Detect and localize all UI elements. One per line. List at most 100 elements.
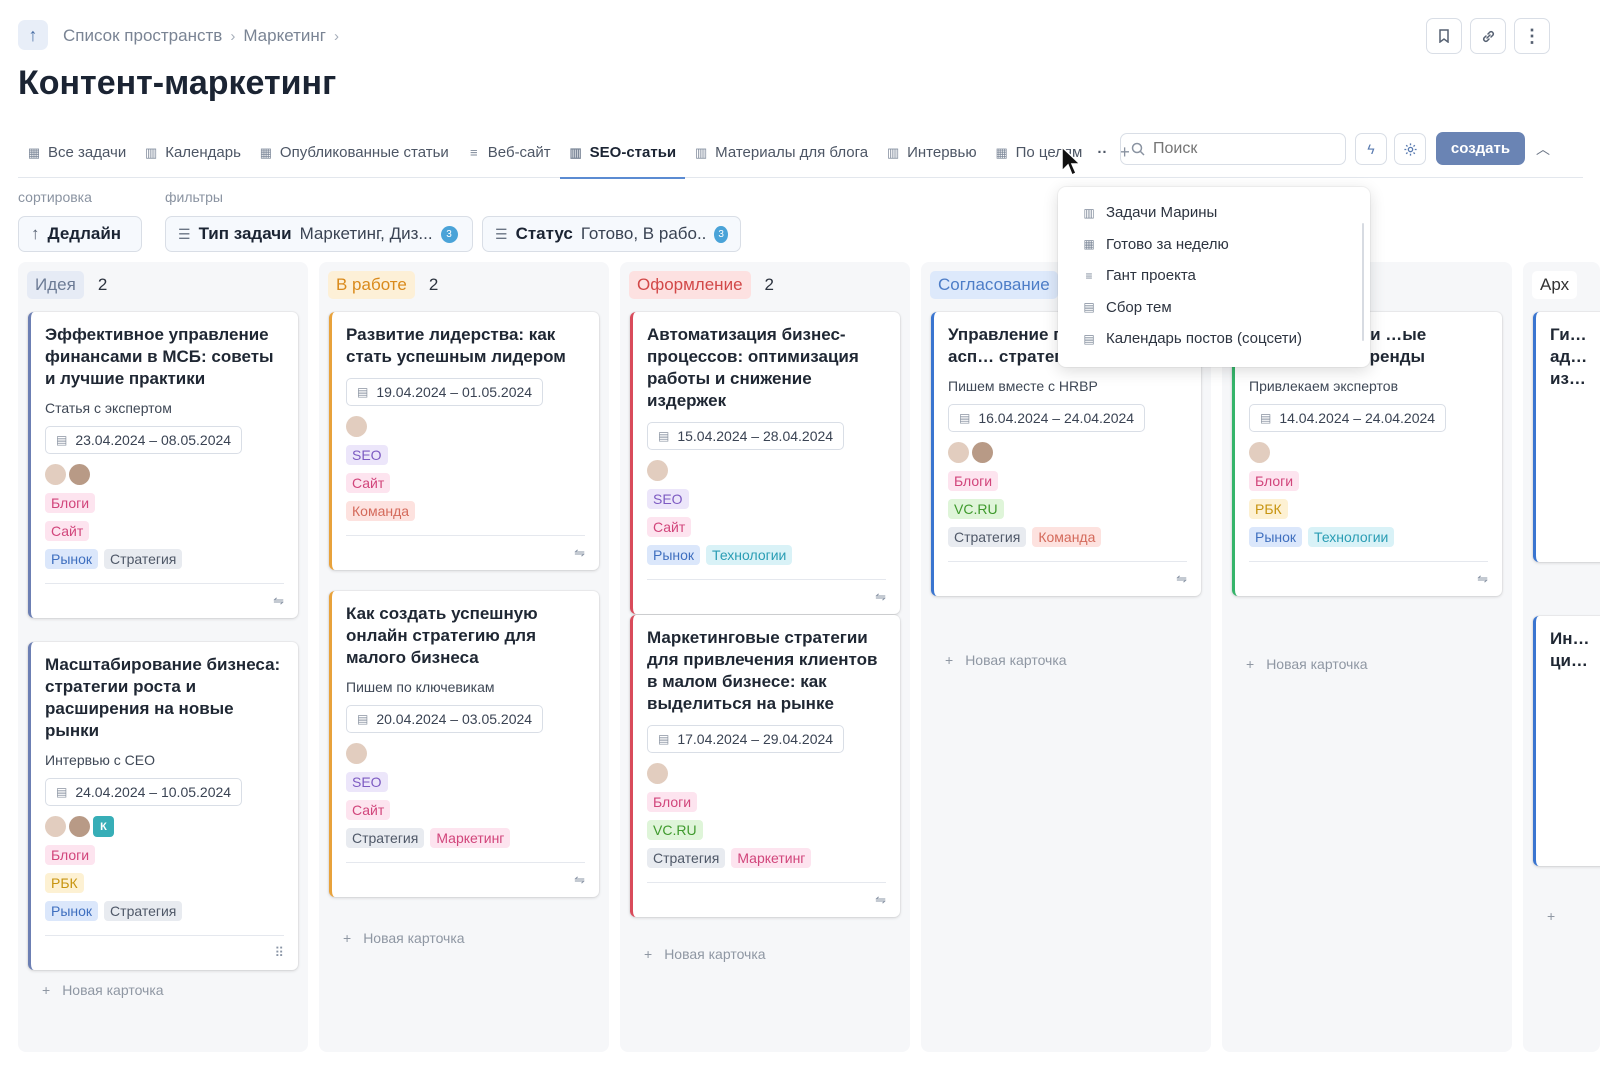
tag[interactable]: Технологии (706, 545, 793, 565)
tag[interactable]: РБК (45, 873, 84, 893)
new-card-button[interactable]: + (1547, 908, 1555, 924)
tag[interactable]: РБК (1249, 499, 1288, 519)
task-card[interactable]: Развитие лидерства: как стать успешным л… (329, 312, 599, 570)
tag[interactable]: Технологии (1308, 527, 1395, 547)
avatar[interactable] (647, 460, 668, 481)
tag[interactable]: VC.RU (647, 820, 703, 840)
card-date[interactable]: ▤ 23.04.2024 – 08.05.2024 (45, 426, 243, 454)
avatar[interactable]: К (93, 816, 114, 837)
tag[interactable]: SEO (346, 445, 388, 465)
tab-interview[interactable]: ▥ Интервью (877, 128, 986, 178)
dropdown-item[interactable]: ▤ Календарь постов (соцсети) (1058, 323, 1370, 355)
tag[interactable]: Сайт (346, 800, 391, 820)
card-date[interactable]: ▤ 14.04.2024 – 24.04.2024 (1249, 404, 1447, 432)
subtasks-icon[interactable]: ⇋ (1477, 571, 1488, 587)
more-options-button[interactable]: ⋮ (1514, 18, 1550, 54)
stage-label[interactable]: Оформление (629, 271, 751, 299)
subtasks-icon[interactable]: ⇋ (273, 593, 284, 609)
avatar[interactable] (346, 743, 367, 764)
new-card-button[interactable]: + Новая карточка (343, 930, 465, 946)
dropdown-item[interactable]: ▦ Готово за неделю (1058, 229, 1370, 261)
tag[interactable]: Стратегия (346, 828, 425, 848)
tag[interactable]: Сайт (45, 521, 90, 541)
stage-label[interactable]: Арх (1532, 271, 1578, 299)
tag[interactable]: Команда (1032, 527, 1102, 547)
task-card[interactable]: Эффективное управление финансами в МСБ: … (28, 312, 298, 618)
search-input[interactable] (1153, 140, 1323, 158)
subtasks-icon[interactable]: ⇋ (1176, 571, 1187, 587)
tag[interactable]: Рынок (647, 545, 701, 565)
tag[interactable]: Блоги (1249, 471, 1300, 491)
tag[interactable]: Блоги (45, 493, 96, 513)
avatar[interactable] (1249, 442, 1270, 463)
avatar[interactable] (45, 816, 66, 837)
tag[interactable]: Сайт (346, 473, 391, 493)
scrollbar[interactable] (1362, 223, 1364, 341)
breadcrumb-item-marketing[interactable]: Маркетинг (243, 26, 326, 46)
task-card[interactable]: Ги… ад… из… (1533, 312, 1600, 562)
tag[interactable]: Рынок (1249, 527, 1303, 547)
sort-deadline-button[interactable]: ↑ Дедлайн (18, 216, 142, 252)
tag[interactable]: Сайт (647, 517, 692, 537)
breadcrumb-item-spaces[interactable]: Список пространств (63, 26, 222, 46)
tag[interactable]: SEO (346, 772, 388, 792)
tab-all-tasks[interactable]: ▦ Все задачи (18, 128, 135, 178)
card-date[interactable]: ▤ 24.04.2024 – 10.05.2024 (45, 778, 243, 806)
tag[interactable]: Маркетинг (430, 828, 511, 848)
copy-link-button[interactable] (1470, 18, 1506, 54)
tag[interactable]: Маркетинг (731, 848, 812, 868)
bookmark-button[interactable] (1426, 18, 1462, 54)
settings-button[interactable] (1394, 133, 1426, 165)
avatar[interactable] (45, 464, 66, 485)
avatar[interactable] (346, 416, 367, 437)
avatar[interactable] (647, 763, 668, 784)
filter-task-type[interactable]: ☰ Тип задачи Маркетинг, Диз... 3 (165, 216, 473, 252)
tag[interactable]: Команда (346, 501, 416, 521)
new-card-button[interactable]: + Новая карточка (1246, 656, 1368, 672)
dropdown-item[interactable]: ▤ Сбор тем (1058, 292, 1370, 324)
stage-label[interactable]: В работе (328, 271, 415, 299)
card-date[interactable]: ▤ 20.04.2024 – 03.05.2024 (346, 705, 544, 733)
tab-published[interactable]: ▦ Опубликованные статьи (250, 128, 458, 178)
dropdown-item[interactable]: ≡ Гант проекта (1058, 260, 1370, 292)
avatar[interactable] (948, 442, 969, 463)
tag[interactable]: Блоги (45, 845, 96, 865)
stage-label[interactable]: Согласование (930, 271, 1058, 299)
card-date[interactable]: ▤ 16.04.2024 – 24.04.2024 (948, 404, 1146, 432)
task-card[interactable]: Автоматизация бизнес-процессов: оптимиза… (630, 312, 900, 614)
automation-button[interactable]: ϟ (1355, 133, 1387, 165)
task-card[interactable]: Масштабирование бизнеса: стратегии роста… (28, 642, 298, 970)
new-card-button[interactable]: + Новая карточка (644, 946, 766, 962)
avatar[interactable] (972, 442, 993, 463)
tag[interactable]: Стратегия (647, 848, 726, 868)
tag[interactable]: Блоги (647, 792, 698, 812)
tab-seo-articles[interactable]: ▥ SEO-статьи (559, 128, 686, 179)
tab-blog-materials[interactable]: ▥ Материалы для блога (685, 128, 877, 178)
card-date[interactable]: ▤ 15.04.2024 – 28.04.2024 (647, 422, 845, 450)
avatar[interactable] (69, 464, 90, 485)
task-card[interactable]: Как создать успешную онлайн стратегию дл… (329, 591, 599, 897)
card-date[interactable]: ▤ 17.04.2024 – 29.04.2024 (647, 725, 845, 753)
tag[interactable]: VC.RU (948, 499, 1004, 519)
task-card[interactable]: Маркетинговые стратегии для привлечения … (630, 615, 900, 917)
filter-status[interactable]: ☰ Статус Готово, В рабо.. 3 (482, 216, 741, 252)
new-card-button[interactable]: + Новая карточка (945, 652, 1067, 668)
tag[interactable]: Рынок (45, 549, 99, 569)
tag[interactable]: Стратегия (104, 549, 183, 569)
more-tabs-button[interactable]: ·· (1091, 128, 1113, 178)
dropdown-item[interactable]: ▥ Задачи Марины (1058, 197, 1370, 229)
card-date[interactable]: ▤ 19.04.2024 – 01.05.2024 (346, 378, 544, 406)
avatar[interactable] (69, 816, 90, 837)
tag[interactable]: Блоги (948, 471, 999, 491)
subtasks-icon[interactable]: ⇋ (574, 545, 585, 561)
subtasks-icon[interactable]: ⇋ (875, 892, 886, 908)
tab-calendar[interactable]: ▥ Календарь (135, 128, 250, 178)
back-up-button[interactable]: ↑ (18, 20, 48, 50)
new-card-button[interactable]: + Новая карточка (42, 982, 164, 998)
tab-website[interactable]: ≡ Веб-сайт (458, 128, 560, 178)
search-box[interactable] (1120, 133, 1346, 165)
collapse-chevron-up-icon[interactable]: ︿ (1536, 139, 1550, 159)
tag[interactable]: SEO (647, 489, 689, 509)
stage-label[interactable]: Идея (27, 271, 84, 299)
subtasks-icon[interactable]: ⠿ (274, 945, 284, 961)
